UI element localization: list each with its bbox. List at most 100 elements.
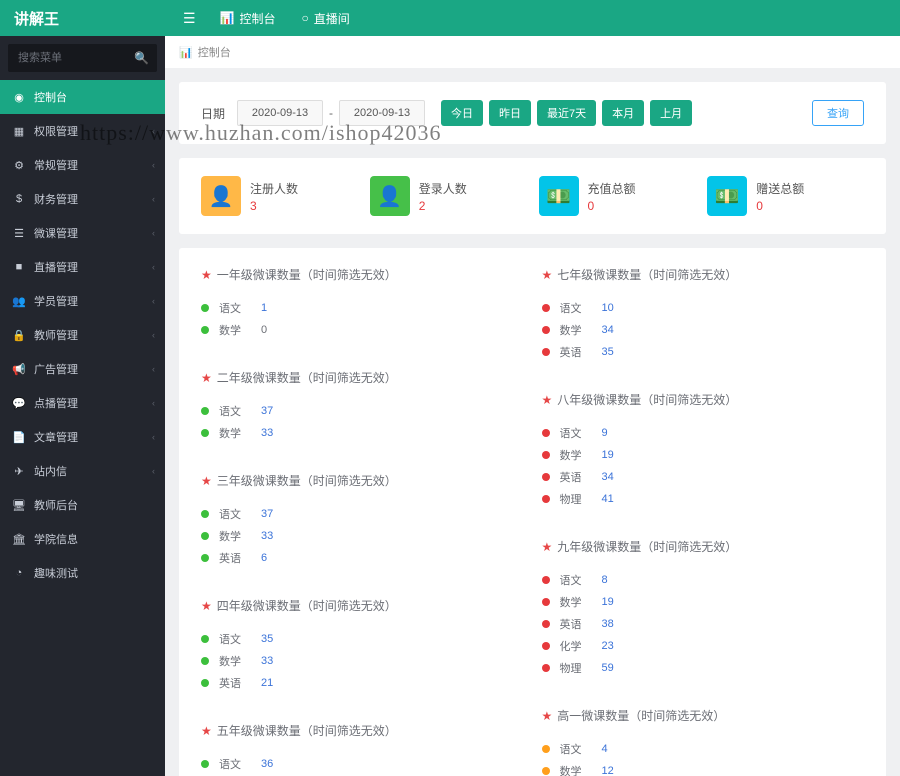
- section: ★五年级微课数量（时间筛选无效）语文36数学33英语21: [201, 722, 524, 776]
- subject-value[interactable]: 1: [261, 302, 267, 314]
- subject-name: 语文: [219, 756, 261, 772]
- menu-icon: 🔒: [12, 329, 26, 342]
- subject-name: 数学: [560, 594, 602, 610]
- sidebar-item-教师后台[interactable]: 🖥教师后台: [0, 488, 165, 522]
- filter-上月[interactable]: 上月: [650, 100, 692, 126]
- sidebar-item-教师管理[interactable]: 🔒教师管理‹: [0, 318, 165, 352]
- subject-value[interactable]: 36: [261, 758, 273, 770]
- subject-name: 化学: [560, 638, 602, 654]
- filter-最近7天[interactable]: 最近7天: [537, 100, 596, 126]
- subject-row: 英语35: [542, 341, 865, 363]
- subject-value[interactable]: 33: [261, 427, 273, 439]
- menu-icon: ◔: [12, 567, 26, 579]
- subject-value[interactable]: 41: [602, 493, 614, 505]
- subject-row: 英语38: [542, 613, 865, 635]
- subject-value[interactable]: 37: [261, 508, 273, 520]
- menu-icon: ◉: [12, 91, 26, 104]
- subject-value[interactable]: 38: [602, 618, 614, 630]
- subject-value[interactable]: 4: [602, 743, 608, 755]
- sidebar-item-学院信息[interactable]: 🏛学院信息: [0, 522, 165, 556]
- sidebar-item-学员管理[interactable]: 👥学员管理‹: [0, 284, 165, 318]
- subject-row: 数学33: [201, 525, 524, 547]
- sidebar-item-微课管理[interactable]: ☰微课管理‹: [0, 216, 165, 250]
- subject-value[interactable]: 34: [602, 471, 614, 483]
- subject-row: 数学33: [201, 422, 524, 444]
- section: ★七年级微课数量（时间筛选无效）语文10数学34英语35: [542, 266, 865, 363]
- section: ★二年级微课数量（时间筛选无效）语文37数学33: [201, 369, 524, 444]
- sidebar-item-控制台[interactable]: ◉ 控制台: [0, 80, 165, 114]
- subject-value[interactable]: 33: [261, 530, 273, 542]
- menu-label: 教师管理: [34, 327, 78, 343]
- dashboard-icon: 📊: [220, 11, 235, 25]
- subject-name: 语文: [560, 741, 602, 757]
- subject-value[interactable]: 9: [602, 427, 608, 439]
- subject-row: 语文10: [542, 297, 865, 319]
- filter-本月[interactable]: 本月: [602, 100, 644, 126]
- subject-value[interactable]: 6: [261, 552, 267, 564]
- subject-value[interactable]: 33: [261, 655, 273, 667]
- filter-昨日[interactable]: 昨日: [489, 100, 531, 126]
- subject-row: 语文1: [201, 297, 524, 319]
- section-title: 八年级微课数量（时间筛选无效）: [557, 391, 737, 408]
- stat-icon: 💵: [539, 176, 579, 216]
- subject-value[interactable]: 19: [602, 449, 614, 461]
- stat-赠送总额: 💵赠送总额0: [707, 176, 864, 216]
- sidebar-item-点播管理[interactable]: 💬点播管理‹: [0, 386, 165, 420]
- subject-name: 英语: [560, 469, 602, 485]
- subject-value[interactable]: 35: [261, 633, 273, 645]
- subject-row: 化学23: [542, 635, 865, 657]
- sidebar-item-趣味测试[interactable]: ◔趣味测试: [0, 556, 165, 590]
- subject-value[interactable]: 35: [602, 346, 614, 358]
- menu-label: 广告管理: [34, 361, 78, 377]
- star-icon: ★: [201, 724, 212, 738]
- stat-注册人数: 👤注册人数3: [201, 176, 358, 216]
- subject-row: 英语21: [201, 672, 524, 694]
- section: ★三年级微课数量（时间筛选无效）语文37数学33英语6: [201, 472, 524, 569]
- sidebar-item-权限管理[interactable]: ▦权限管理‹: [0, 114, 165, 148]
- dashboard-icon: 📊: [179, 46, 193, 59]
- subject-row: 语文8: [542, 569, 865, 591]
- subject-value[interactable]: 12: [602, 765, 614, 776]
- subject-name: 数学: [560, 447, 602, 463]
- subject-name: 英语: [560, 344, 602, 360]
- stat-value: 2: [419, 199, 467, 213]
- subject-value[interactable]: 37: [261, 405, 273, 417]
- subject-value[interactable]: 23: [602, 640, 614, 652]
- subject-value[interactable]: 8: [602, 574, 608, 586]
- sidebar-item-站内信[interactable]: ✈站内信‹: [0, 454, 165, 488]
- dot-icon: [542, 576, 550, 584]
- sidebar-item-常规管理[interactable]: ⚙常规管理‹: [0, 148, 165, 182]
- menu-icon: ■: [12, 261, 26, 273]
- chevron-left-icon: ‹: [152, 194, 155, 204]
- sidebar-item-广告管理[interactable]: 📢广告管理‹: [0, 352, 165, 386]
- subject-row: 数学34: [542, 319, 865, 341]
- subject-value[interactable]: 10: [602, 302, 614, 314]
- sidebar-item-财务管理[interactable]: $财务管理‹: [0, 182, 165, 216]
- menu-label: 站内信: [34, 463, 67, 479]
- subject-value[interactable]: 19: [602, 596, 614, 608]
- subject-value[interactable]: 34: [602, 324, 614, 336]
- filter-今日[interactable]: 今日: [441, 100, 483, 126]
- query-button[interactable]: 查询: [812, 100, 864, 126]
- hamburger-icon[interactable]: ☰: [175, 10, 204, 27]
- subject-value[interactable]: 59: [602, 662, 614, 674]
- subject-name: 数学: [219, 528, 261, 544]
- search-icon[interactable]: 🔍: [134, 51, 149, 65]
- dot-icon: [542, 304, 550, 312]
- subject-name: 数学: [219, 425, 261, 441]
- tab-dashboard[interactable]: 📊 控制台: [210, 1, 286, 36]
- date-from-input[interactable]: [237, 100, 323, 126]
- stat-icon: 👤: [370, 176, 410, 216]
- star-icon: ★: [201, 474, 212, 488]
- sidebar-item-直播管理[interactable]: ■直播管理‹: [0, 250, 165, 284]
- subject-value[interactable]: 0: [261, 324, 267, 336]
- dot-icon: [542, 598, 550, 606]
- sidebar-item-文章管理[interactable]: 📄文章管理‹: [0, 420, 165, 454]
- stat-充值总额: 💵充值总额0: [539, 176, 696, 216]
- date-to-input[interactable]: [339, 100, 425, 126]
- menu-label: 控制台: [34, 89, 67, 105]
- menu-label: 微课管理: [34, 225, 78, 241]
- subject-value[interactable]: 21: [261, 677, 273, 689]
- tab-live[interactable]: ○ 直播间: [292, 1, 360, 36]
- chevron-left-icon: ‹: [152, 432, 155, 442]
